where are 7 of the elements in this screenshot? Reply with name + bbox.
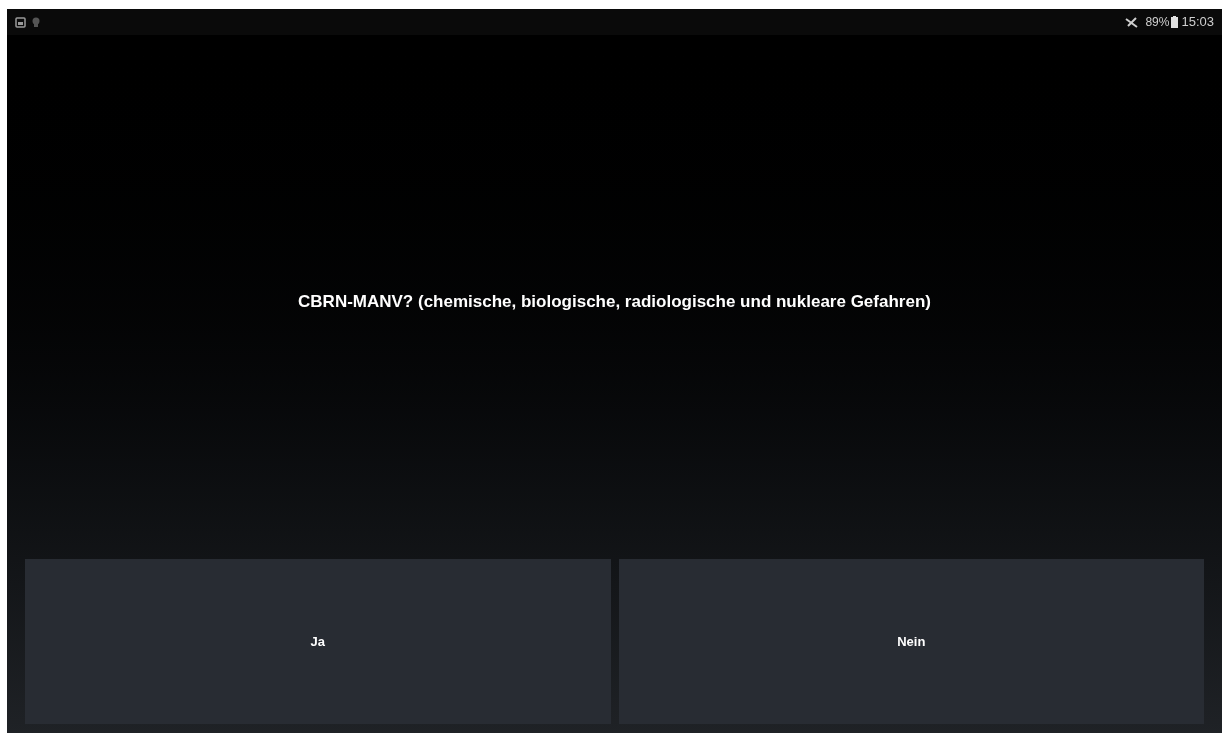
question-text: CBRN-MANV? (chemische, biologische, radiologische und nukleare Gefahren) <box>298 291 931 314</box>
battery-icon <box>1171 16 1179 28</box>
battery-percentage: 89% <box>1145 14 1170 31</box>
answer-button[interactable]: Nein <box>618 559 1204 724</box>
answer-button[interactable]: Ja <box>25 559 611 724</box>
clock: 15:03 <box>1181 13 1214 32</box>
screenshot-icon <box>15 16 26 28</box>
